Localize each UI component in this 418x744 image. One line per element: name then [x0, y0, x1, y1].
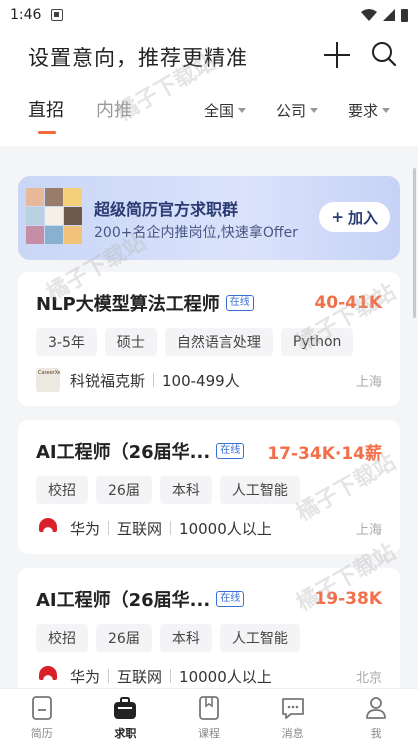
divider: [108, 521, 110, 535]
nav-messages[interactable]: 消息: [251, 689, 335, 744]
job-card[interactable]: NLP大模型算法工程师 在线 40-41K 3-5年 硕士 自然语言处理 Pyt…: [18, 272, 400, 406]
job-tag: 校招: [36, 624, 88, 652]
job-tag: 本科: [159, 476, 212, 504]
job-tag: 26届: [96, 476, 152, 504]
caret-down-icon: [309, 108, 318, 113]
company-industry: 互联网: [117, 667, 163, 686]
job-group-banner[interactable]: 超级简历官方求职群 200+名企内推岗位,快速拿Offer + 加入: [18, 176, 400, 260]
banner-subtitle: 200+名企内推岗位,快速拿Offer: [94, 225, 298, 241]
job-city: 上海: [355, 522, 382, 538]
filter-location[interactable]: 全国: [204, 100, 246, 121]
nav-messages-label: 消息: [281, 727, 304, 740]
job-title: NLP大模型算法工程师: [36, 294, 220, 315]
page-title[interactable]: 设置意向，推荐更精准: [28, 42, 248, 72]
job-card[interactable]: AI工程师（26届华... 在线 17-34K·14薪 校招 26届 本科 人工…: [18, 420, 400, 554]
job-tags: 校招 26届 本科 人工智能: [36, 476, 300, 504]
job-title: AI工程师（26届华...: [36, 590, 211, 611]
wifi-icon: [361, 9, 377, 21]
tab-direct[interactable]: 直招: [28, 96, 64, 134]
job-tag: 人工智能: [219, 624, 300, 652]
company-size: 10000人以上: [179, 667, 272, 686]
company-row: CareerXess 科锐福克斯 100-499人 上海: [36, 368, 382, 392]
huawei-logo-icon: [36, 516, 60, 540]
company-size: 100-499人: [162, 371, 240, 390]
job-title: AI工程师（26届华...: [36, 442, 211, 463]
company-size: 10000人以上: [179, 519, 272, 538]
huawei-logo-icon: [36, 664, 60, 688]
signal-icon: [383, 9, 395, 21]
company-name: 华为: [70, 667, 101, 686]
caret-down-icon: [237, 108, 246, 113]
job-tag: 3-5年: [36, 328, 97, 356]
nav-resume[interactable]: 简历: [0, 689, 84, 744]
job-tag: 硕士: [104, 328, 157, 356]
job-card[interactable]: AI工程师（26届华... 在线 19-38K 校招 26届 本科 人工智能 华…: [18, 568, 400, 698]
job-tags: 校招 26届 本科 人工智能: [36, 624, 300, 652]
tab-bar: 直招 内推: [28, 96, 132, 134]
divider: [153, 373, 155, 387]
filter-location-label: 全国: [203, 102, 234, 120]
status-icons: [361, 8, 408, 22]
job-tag: 26届: [96, 624, 152, 652]
banner-title: 超级简历官方求职群: [94, 200, 239, 219]
filter-bar: 全国 公司 要求: [204, 100, 390, 121]
nav-courses[interactable]: 课程: [167, 689, 251, 744]
online-badge: 在线: [216, 443, 245, 459]
job-tag: Python: [280, 328, 354, 356]
company-name: 科锐福克斯: [70, 371, 146, 390]
company-industry: 互联网: [117, 519, 163, 538]
job-tags: 3-5年 硕士 自然语言处理 Python: [36, 328, 354, 356]
profile-icon: [366, 697, 387, 719]
search-icon[interactable]: [370, 40, 398, 68]
filter-requirements-label: 要求: [347, 102, 378, 120]
divider: [170, 521, 172, 535]
nav-jobs-label: 求职: [114, 727, 137, 740]
salary: 17-34K·14薪: [267, 443, 382, 464]
message-icon: [281, 698, 304, 719]
nav-resume-label: 简历: [30, 727, 53, 740]
nav-profile[interactable]: 我: [334, 689, 418, 744]
filter-company[interactable]: 公司: [276, 100, 318, 121]
job-city: 上海: [355, 374, 382, 390]
salary: 40-41K: [314, 293, 382, 313]
plus-icon: +: [331, 208, 344, 226]
filter-requirements[interactable]: 要求: [348, 100, 390, 121]
status-bar: 1:46: [0, 0, 418, 30]
status-time: 1:46: [10, 7, 42, 23]
tab-referral[interactable]: 内推: [96, 96, 132, 122]
filter-company-label: 公司: [275, 102, 306, 120]
header: 设置意向，推荐更精准 直招 内推 全国 公司 要求: [0, 30, 418, 146]
salary: 19-38K: [314, 589, 382, 609]
caret-down-icon: [382, 108, 390, 113]
sim-notification-icon: [51, 9, 64, 21]
briefcase-icon: [114, 697, 137, 719]
divider: [108, 669, 110, 683]
bottom-nav: 简历 求职 课程 消息 我: [0, 688, 418, 744]
nav-profile-label: 我: [370, 727, 382, 740]
online-badge: 在线: [225, 295, 254, 311]
company-row: 华为 互联网 10000人以上 北京: [36, 664, 382, 688]
divider: [170, 669, 172, 683]
add-icon[interactable]: [322, 40, 352, 70]
job-tag: 本科: [159, 624, 212, 652]
scrollbar[interactable]: [413, 168, 416, 318]
company-logo: CareerXess: [36, 368, 60, 392]
nav-courses-label: 课程: [197, 727, 220, 740]
online-badge: 在线: [216, 591, 245, 607]
join-button-label: 加入: [347, 208, 378, 227]
job-city: 北京: [355, 670, 382, 686]
job-tag: 人工智能: [219, 476, 300, 504]
resume-icon: [31, 696, 52, 720]
company-row: 华为 互联网 10000人以上 上海: [36, 516, 382, 540]
battery-icon: [401, 8, 408, 22]
banner-thumbnails: [26, 188, 82, 244]
course-icon: [199, 696, 219, 720]
nav-jobs[interactable]: 求职: [84, 689, 168, 744]
company-name: 华为: [70, 519, 101, 538]
join-button[interactable]: + 加入: [319, 202, 390, 232]
job-tag: 自然语言处理: [164, 328, 273, 356]
job-tag: 校招: [36, 476, 88, 504]
